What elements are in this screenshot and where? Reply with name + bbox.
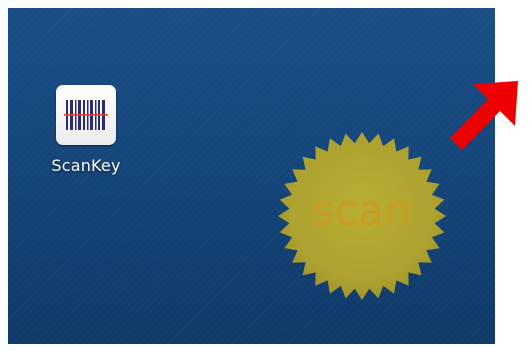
- scan-badge[interactable]: scan: [276, 130, 448, 302]
- scankey-app-shortcut[interactable]: ScanKey: [41, 85, 131, 175]
- home-screen: ScanKey scan: [8, 8, 495, 344]
- scan-label: scan: [312, 186, 412, 235]
- app-label: ScanKey: [51, 156, 121, 175]
- barcode-scanner-icon: [56, 85, 116, 145]
- red-arrow-icon: [444, 69, 532, 157]
